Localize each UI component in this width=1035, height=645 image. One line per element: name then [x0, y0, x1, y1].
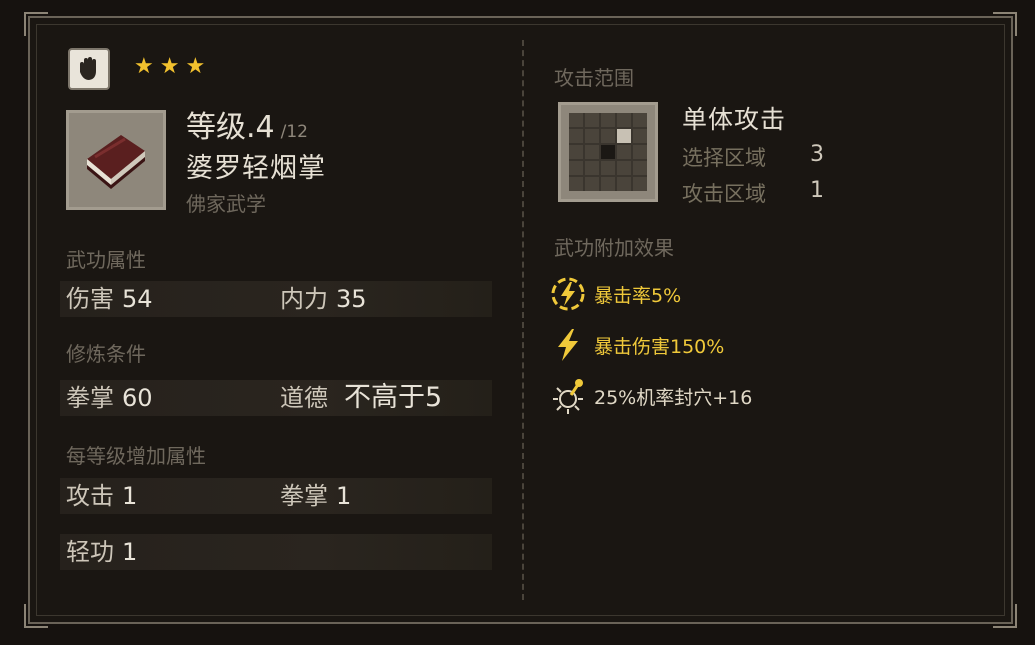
star-rating: ★ ★ ★	[134, 56, 205, 78]
palm-type-icon	[68, 48, 110, 90]
crit-damage-icon	[548, 325, 588, 365]
seal-acupoint-icon	[548, 376, 588, 416]
effect-item: 25%机率封穴+16	[548, 376, 752, 416]
skill-book-icon	[66, 110, 166, 210]
per-level-attack: 攻击 1	[66, 482, 138, 510]
select-area: 选择区域 3	[682, 142, 824, 170]
attribute-damage: 伤害 54	[66, 285, 153, 313]
skill-name: 婆罗轻烟掌	[186, 153, 326, 184]
skill-school: 佛家武学	[186, 192, 266, 216]
per-level-agility: 轻功 1	[66, 538, 138, 566]
per-level-title: 每等级增加属性	[66, 444, 206, 468]
corner-ornament	[993, 12, 1017, 36]
effect-item: 暴击伤害150%	[548, 325, 724, 365]
attribute-internal-power: 内力 35	[280, 285, 367, 313]
attributes-title: 武功属性	[66, 248, 146, 272]
crit-rate-icon	[548, 274, 588, 314]
skill-level: 等级.4/12	[186, 110, 308, 145]
attack-area: 攻击区域 1	[682, 178, 824, 206]
column-divider	[522, 40, 524, 600]
per-level-row: 轻功 1	[60, 534, 492, 570]
corner-ornament	[24, 604, 48, 628]
requirement-morality: 道德 不高于5	[280, 382, 443, 413]
effect-item: 暴击率5%	[548, 274, 681, 314]
star-icon: ★	[185, 54, 206, 79]
per-level-row: 攻击 1 拳掌 1	[60, 478, 492, 514]
star-icon: ★	[159, 54, 180, 79]
corner-ornament	[24, 12, 48, 36]
per-level-fist: 拳掌 1	[280, 482, 352, 510]
skill-level-max: /12	[280, 122, 308, 142]
skill-detail-panel: ★ ★ ★ 等级.4/12 婆罗轻烟掌 佛家武学 武功属性 伤害 54 内力 35 …	[24, 12, 1017, 628]
attributes-row: 伤害 54 内力 35	[60, 281, 492, 317]
range-origin-cell	[601, 145, 615, 159]
range-title: 攻击范围	[554, 66, 634, 90]
star-icon: ★	[134, 54, 154, 79]
attack-range-grid	[558, 102, 658, 202]
requirements-row: 拳掌 60 道德 不高于5	[60, 380, 492, 416]
range-target-cell	[617, 129, 631, 143]
corner-ornament	[993, 604, 1017, 628]
attack-type: 单体攻击	[682, 105, 787, 134]
effects-title: 武功附加效果	[554, 236, 674, 260]
requirement-fist: 拳掌 60	[66, 384, 153, 412]
requirements-title: 修炼条件	[66, 342, 146, 366]
